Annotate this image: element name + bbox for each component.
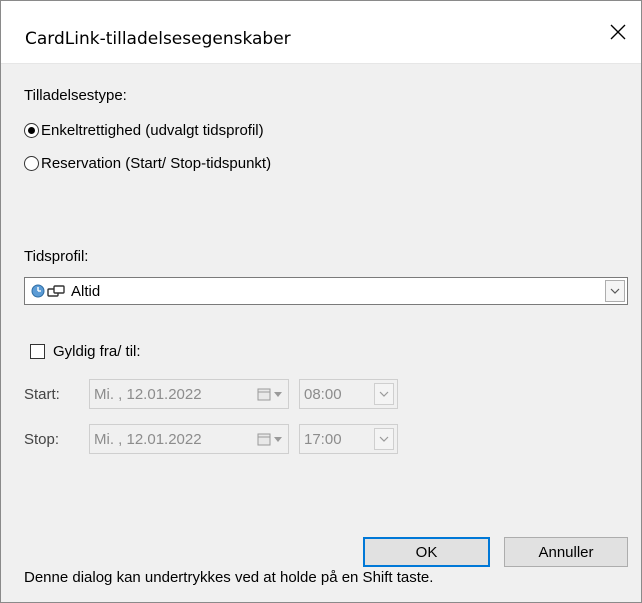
start-date-field[interactable]: Mi. , 12.01.2022	[89, 379, 289, 409]
validity-checkbox[interactable]	[30, 344, 45, 359]
dropdown-arrow-icon	[274, 436, 282, 442]
stop-time-field[interactable]: 17:00	[299, 424, 398, 454]
stop-time-value: 17:00	[304, 431, 342, 448]
ok-button[interactable]: OK	[363, 537, 490, 567]
start-date-value: Mi. , 12.01.2022	[94, 386, 202, 403]
permission-type-label: Tilladelsestype:	[24, 87, 127, 104]
chevron-down-icon	[610, 288, 620, 294]
dropdown-arrow-icon	[274, 391, 282, 397]
radio-button-selected[interactable]	[24, 123, 39, 138]
footer-hint: Denne dialog kan undertrykkes ved at hol…	[24, 569, 434, 586]
cancel-button[interactable]: Annuller	[504, 537, 628, 567]
radio-reservation-label: Reservation (Start/ Stop-tidspunkt)	[41, 155, 272, 172]
time-profile-select[interactable]: Altid	[24, 277, 628, 305]
stop-label: Stop:	[24, 431, 60, 448]
start-time-field[interactable]: 08:00	[299, 379, 398, 409]
chevron-down-icon	[379, 391, 389, 397]
dropdown-button[interactable]	[605, 280, 625, 302]
window-title: CardLink-tilladelsesegenskaber	[25, 29, 291, 49]
stop-time-dropdown[interactable]	[374, 428, 394, 450]
time-profile-value: Altid	[71, 283, 101, 300]
stop-date-value: Mi. , 12.01.2022	[94, 431, 202, 448]
close-icon	[610, 24, 626, 40]
title-bar: CardLink-tilladelsesegenskaber	[1, 1, 641, 64]
calendar-icon	[257, 388, 271, 401]
start-time-dropdown[interactable]	[374, 383, 394, 405]
start-time-value: 08:00	[304, 386, 342, 403]
validity-checkbox-label: Gyldig fra/ til:	[53, 343, 141, 360]
time-profile-label: Tidsprofil:	[24, 248, 89, 265]
clock-icon	[31, 284, 45, 298]
radio-single-permission-label: Enkeltrettighed (udvalgt tidsprofil)	[41, 122, 264, 139]
radio-button-unselected[interactable]	[24, 156, 39, 171]
radio-single-permission[interactable]: Enkeltrettighed (udvalgt tidsprofil)	[24, 122, 264, 139]
close-button[interactable]	[601, 15, 635, 49]
stop-date-field[interactable]: Mi. , 12.01.2022	[89, 424, 289, 454]
start-label: Start:	[24, 386, 60, 403]
radio-reservation[interactable]: Reservation (Start/ Stop-tidspunkt)	[24, 155, 271, 172]
calendar-icon	[257, 433, 271, 446]
link-icon	[47, 285, 65, 297]
chevron-down-icon	[379, 436, 389, 442]
dialog-window: CardLink-tilladelsesegenskaber Tilladels…	[0, 0, 642, 603]
